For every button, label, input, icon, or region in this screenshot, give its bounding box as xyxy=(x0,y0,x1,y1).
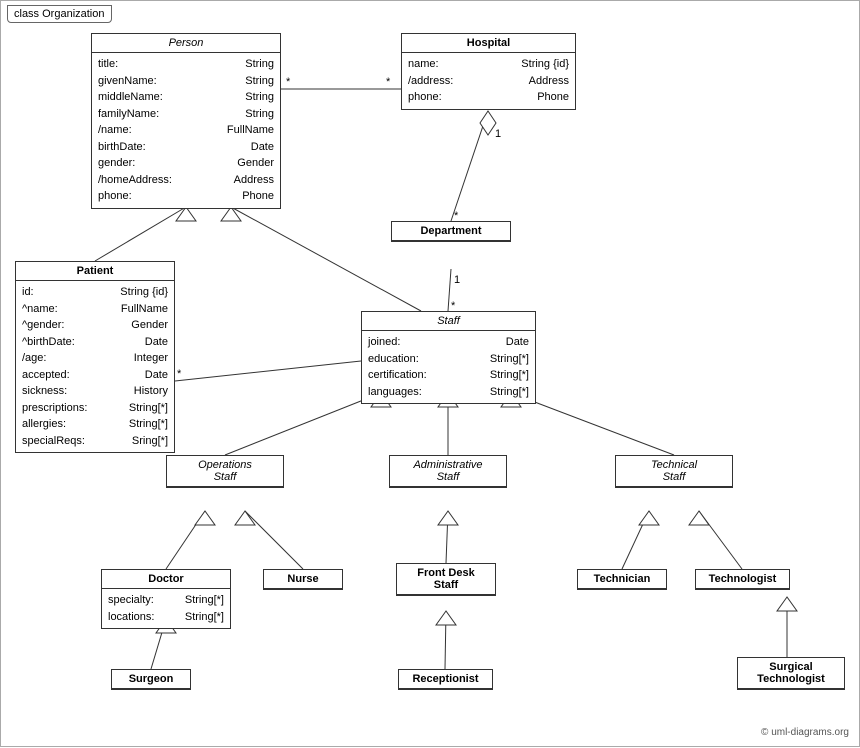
class-nurse: Nurse xyxy=(263,569,343,590)
svg-text:*: * xyxy=(386,76,391,88)
class-surgeon-title: Surgeon xyxy=(112,670,190,689)
class-person-body: title:String givenName:String middleName… xyxy=(92,53,280,208)
svg-text:1: 1 xyxy=(495,128,501,140)
svg-text:*: * xyxy=(177,368,182,380)
class-technologist: Technologist xyxy=(695,569,790,590)
class-doctor-body: specialty:String[*] locations:String[*] xyxy=(102,589,230,628)
class-receptionist: Receptionist xyxy=(398,669,493,690)
class-doctor: Doctor specialty:String[*] locations:Str… xyxy=(101,569,231,629)
class-operations-staff: OperationsStaff xyxy=(166,455,284,488)
class-staff-body: joined:Date education:String[*] certific… xyxy=(362,331,535,403)
class-hospital-body: name:String {id} /address:Address phone:… xyxy=(402,53,575,109)
diagram-title: class Organization xyxy=(7,5,112,23)
class-doctor-title: Doctor xyxy=(102,570,230,589)
svg-text:1: 1 xyxy=(454,274,460,286)
copyright: © uml-diagrams.org xyxy=(761,727,849,738)
class-administrative-staff-title: AdministrativeStaff xyxy=(390,456,506,487)
class-patient-title: Patient xyxy=(16,262,174,281)
class-technician: Technician xyxy=(577,569,667,590)
class-staff: Staff joined:Date education:String[*] ce… xyxy=(361,311,536,404)
class-hospital: Hospital name:String {id} /address:Addre… xyxy=(401,33,576,110)
class-staff-title: Staff xyxy=(362,312,535,331)
class-surgical-technologist-title: SurgicalTechnologist xyxy=(738,658,844,689)
class-technical-staff-title: TechnicalStaff xyxy=(616,456,732,487)
class-hospital-title: Hospital xyxy=(402,34,575,53)
class-person-title: Person xyxy=(92,34,280,53)
svg-text:*: * xyxy=(286,76,291,88)
class-receptionist-title: Receptionist xyxy=(399,670,492,689)
class-front-desk-staff: Front DeskStaff xyxy=(396,563,496,596)
class-surgical-technologist: SurgicalTechnologist xyxy=(737,657,845,690)
class-administrative-staff: AdministrativeStaff xyxy=(389,455,507,488)
diagram-container: class Organization * * 1 * 1 * * xyxy=(0,0,860,747)
class-department-title: Department xyxy=(392,222,510,241)
class-patient: Patient id:String {id} ^name:FullName ^g… xyxy=(15,261,175,453)
class-person: Person title:String givenName:String mid… xyxy=(91,33,281,209)
class-surgeon: Surgeon xyxy=(111,669,191,690)
class-front-desk-staff-title: Front DeskStaff xyxy=(397,564,495,595)
class-technician-title: Technician xyxy=(578,570,666,589)
class-technical-staff: TechnicalStaff xyxy=(615,455,733,488)
class-technologist-title: Technologist xyxy=(696,570,789,589)
class-operations-staff-title: OperationsStaff xyxy=(167,456,283,487)
class-patient-body: id:String {id} ^name:FullName ^gender:Ge… xyxy=(16,281,174,452)
class-department: Department xyxy=(391,221,511,242)
class-nurse-title: Nurse xyxy=(264,570,342,589)
